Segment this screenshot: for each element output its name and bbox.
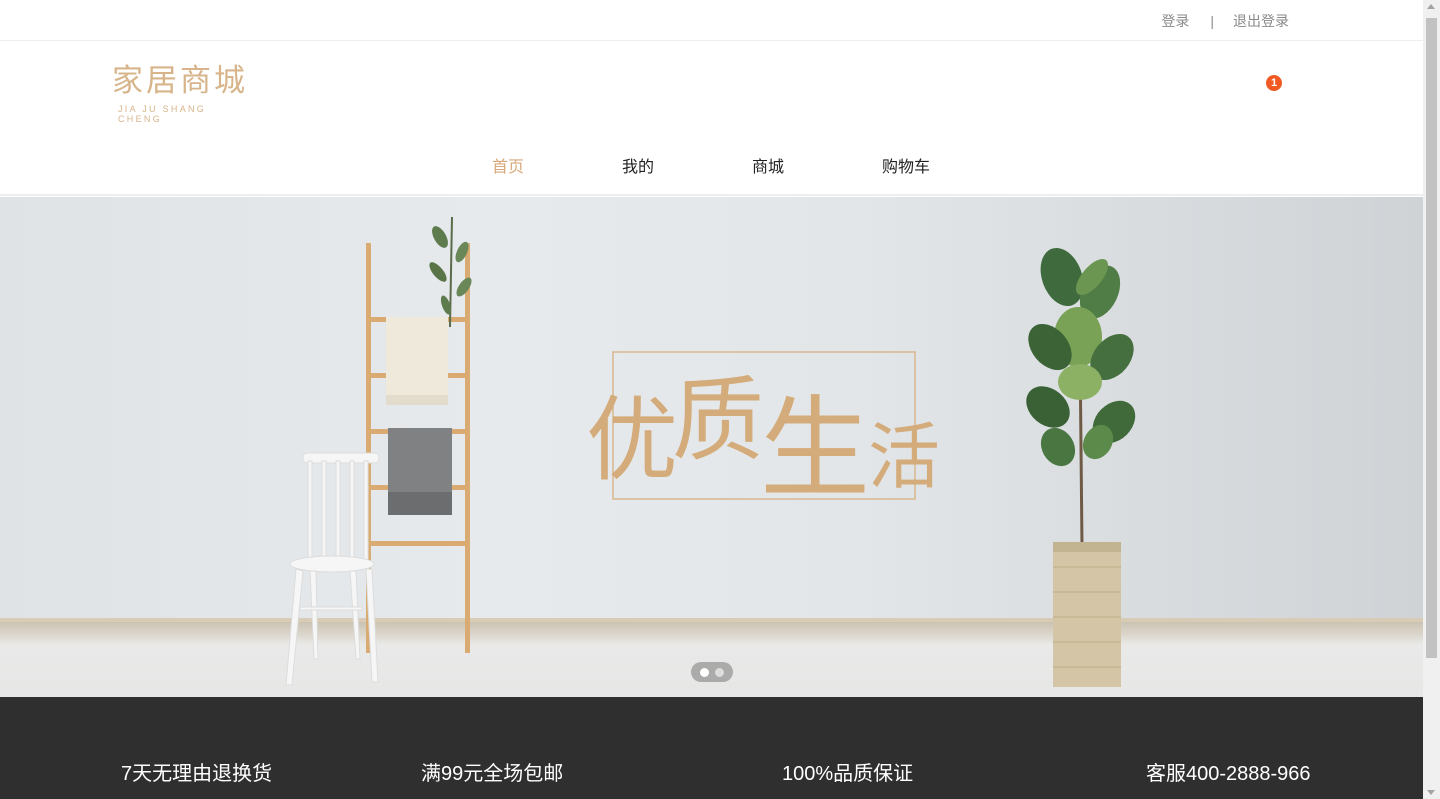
site-header: 家居商城 JIA JU SHANG CHENG 1 首页 我的 商城 购物车 (0, 41, 1423, 196)
cart-count-badge: 1 (1266, 75, 1282, 91)
plant-illustration (1026, 247, 1136, 687)
account-links: 登录 | 退出登录 (1161, 11, 1289, 31)
scroll-up-arrow-icon[interactable] (1427, 4, 1435, 9)
cart-button[interactable]: 1 (1256, 75, 1284, 103)
nav-item-mine[interactable]: 我的 (622, 153, 654, 177)
banner-scene-illustration: 优 质 生 活 (285, 216, 1136, 687)
site-logo[interactable]: 家居商城 JIA JU SHANG CHENG (112, 63, 252, 124)
link-separator: | (1210, 13, 1214, 29)
nav-item-home[interactable]: 首页 (492, 153, 524, 177)
slogan-char-1: 优 (586, 387, 678, 494)
scrollbar-thumb[interactable] (1426, 18, 1437, 658)
service-guarantees: 7天无理由退换货 满99元全场包邮 100%品质保证 客服400-2888-96… (0, 697, 1423, 799)
scroll-down-arrow-icon[interactable] (1427, 790, 1435, 795)
service-hotline: 客服400-2888-966 (1146, 763, 1311, 785)
login-link[interactable]: 登录 (1161, 11, 1189, 31)
page-scrollbar[interactable] (1423, 0, 1440, 799)
ladder-illustration (366, 216, 472, 653)
nav-item-cart[interactable]: 购物车 (882, 153, 930, 177)
logo-subtitle: JIA JU SHANG CHENG (118, 104, 207, 124)
service-return-policy: 7天无理由退换货 (121, 763, 273, 785)
hero-banner[interactable]: 优 质 生 活 (0, 197, 1423, 697)
nav-item-mall[interactable]: 商城 (752, 153, 784, 177)
chair-illustration (285, 452, 380, 686)
banner-slogan: 优 质 生 活 (586, 351, 940, 513)
service-free-shipping: 满99元全场包邮 (421, 763, 564, 785)
carousel-dot-1[interactable] (700, 667, 709, 677)
slogan-char-3: 生 (760, 385, 870, 513)
carousel-indicator (691, 662, 733, 682)
logo-title: 家居商城 (112, 63, 248, 99)
slogan-char-2: 质 (672, 367, 764, 474)
logout-link[interactable]: 退出登录 (1233, 11, 1289, 31)
carousel-dot-2[interactable] (715, 667, 724, 677)
main-nav: 首页 我的 商城 购物车 (0, 153, 1423, 177)
slogan-char-4: 活 (868, 415, 940, 499)
top-bar: 登录 | 退出登录 (0, 0, 1423, 41)
service-quality-guarantee: 100%品质保证 (782, 763, 914, 785)
